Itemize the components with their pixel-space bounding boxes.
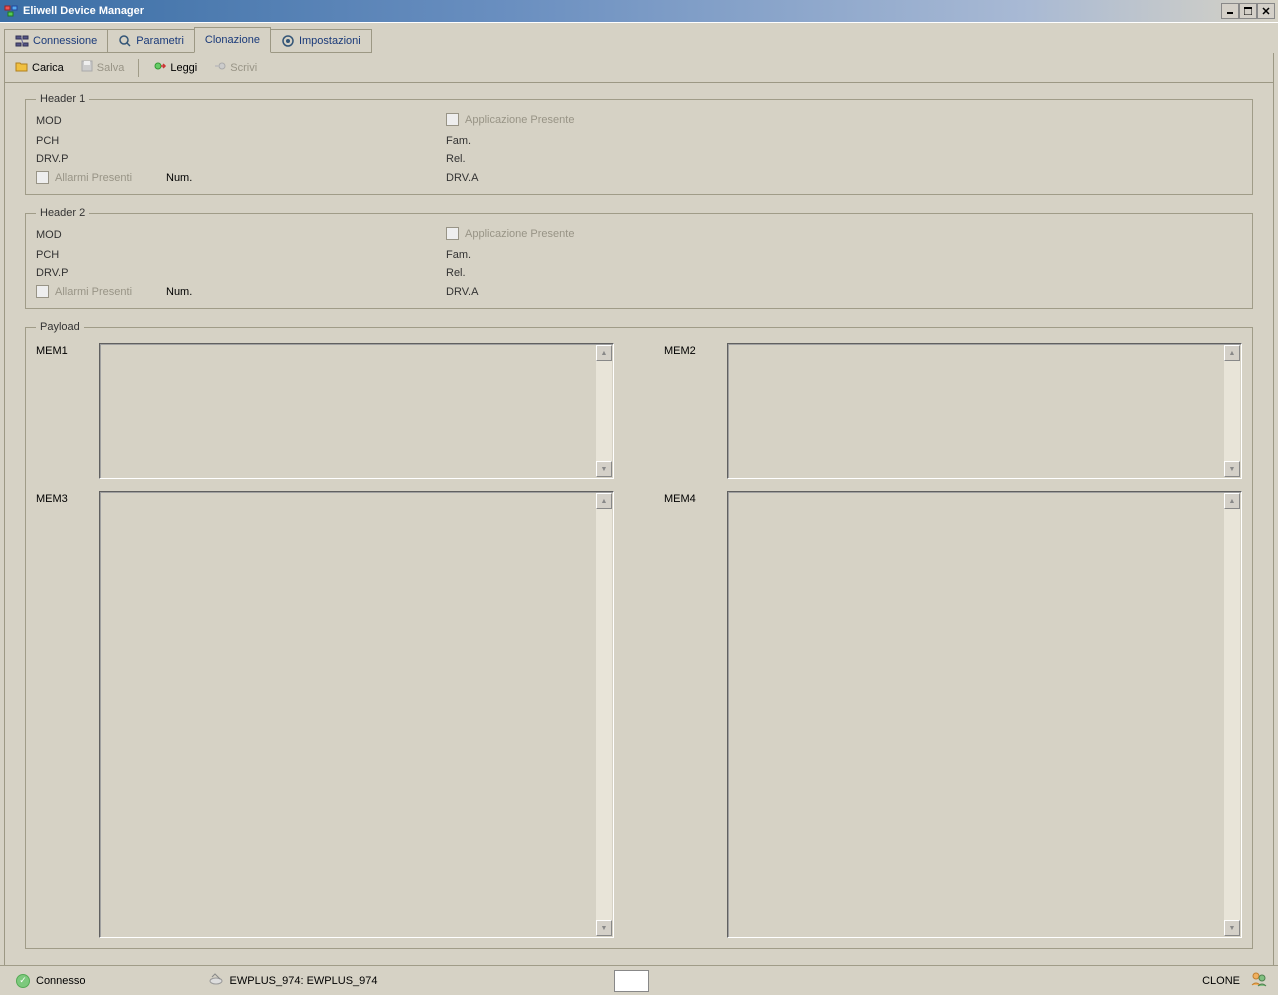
- status-device: EWPLUS_974: EWPLUS_974: [230, 975, 378, 987]
- mem1-textarea[interactable]: ▲ ▼: [99, 343, 614, 479]
- checkbox-icon: [36, 285, 49, 298]
- pch-label: PCH: [36, 135, 166, 147]
- mem2-label: MEM2: [664, 343, 719, 479]
- connected-icon: ✓: [16, 974, 30, 988]
- read-icon: [153, 59, 167, 76]
- leggi-button[interactable]: Leggi: [149, 57, 201, 78]
- app-presente-checkbox: Applicazione Presente: [446, 113, 574, 126]
- scroll-down-icon[interactable]: ▼: [1224, 920, 1240, 936]
- scrollbar[interactable]: ▲ ▼: [1224, 345, 1240, 477]
- drva-label: DRV.A: [446, 286, 478, 298]
- search-icon: [118, 34, 132, 48]
- scroll-up-icon[interactable]: ▲: [1224, 345, 1240, 361]
- header2-group: Header 2 MOD Applicazione Presente PCH F…: [25, 207, 1253, 309]
- minimize-button[interactable]: [1221, 3, 1239, 19]
- scrivi-button: Scrivi: [209, 57, 261, 78]
- status-bar: ✓ Connesso EWPLUS_974: EWPLUS_974 CLONE: [0, 965, 1278, 995]
- connection-icon: [15, 34, 29, 48]
- folder-open-icon: [15, 59, 29, 76]
- payload-legend: Payload: [36, 321, 84, 333]
- titlebar: Eliwell Device Manager: [0, 0, 1278, 22]
- header1-legend: Header 1: [36, 93, 89, 105]
- window-title: Eliwell Device Manager: [23, 5, 1221, 17]
- salva-button: Salva: [76, 57, 129, 78]
- scroll-up-icon[interactable]: ▲: [1224, 493, 1240, 509]
- mem3-cell: MEM3 ▲ ▼: [36, 491, 614, 938]
- payload-group: Payload MEM1 ▲ ▼ MEM2 ▲: [25, 321, 1253, 949]
- mem4-label: MEM4: [664, 491, 719, 938]
- pch-label: PCH: [36, 249, 166, 261]
- mem4-textarea[interactable]: ▲ ▼: [727, 491, 1242, 938]
- allarmi-checkbox: Allarmi Presenti: [36, 285, 166, 298]
- header2-legend: Header 2: [36, 207, 89, 219]
- close-button[interactable]: [1257, 3, 1275, 19]
- mod-label: MOD: [36, 229, 166, 241]
- maximize-button[interactable]: [1239, 3, 1257, 19]
- scroll-down-icon[interactable]: ▼: [596, 920, 612, 936]
- scroll-down-icon[interactable]: ▼: [1224, 461, 1240, 477]
- carica-button[interactable]: Carica: [11, 57, 68, 78]
- btn-label: Leggi: [170, 62, 197, 74]
- tab-label: Clonazione: [205, 34, 260, 46]
- users-icon: [1250, 971, 1268, 990]
- mem1-cell: MEM1 ▲ ▼: [36, 343, 614, 479]
- mem1-label: MEM1: [36, 343, 91, 479]
- mem4-cell: MEM4 ▲ ▼: [664, 491, 1242, 938]
- device-icon: [208, 972, 224, 989]
- scrollbar[interactable]: ▲ ▼: [596, 345, 612, 477]
- drvp-label: DRV.P: [36, 153, 166, 165]
- app-presente-checkbox: Applicazione Presente: [446, 227, 574, 240]
- window-controls: [1221, 3, 1275, 19]
- tab-connessione[interactable]: Connessione: [4, 29, 108, 53]
- mem3-label: MEM3: [36, 491, 91, 938]
- header1-group: Header 1 MOD Applicazione Presente PCH F…: [25, 93, 1253, 195]
- toolbar: Carica Salva Leggi Scrivi: [4, 53, 1274, 83]
- tab-clonazione[interactable]: Clonazione: [194, 27, 271, 53]
- gear-icon: [281, 34, 295, 48]
- scroll-up-icon[interactable]: ▲: [596, 345, 612, 361]
- num-label: Num.: [166, 172, 226, 184]
- tab-bar: Connessione Parametri Clonazione Imposta…: [4, 27, 1274, 53]
- drva-label: DRV.A: [446, 172, 478, 184]
- allarmi-checkbox: Allarmi Presenti: [36, 171, 166, 184]
- content-area: Header 1 MOD Applicazione Presente PCH F…: [4, 83, 1274, 967]
- rel-label: Rel.: [446, 153, 466, 165]
- status-connesso: Connesso: [36, 975, 86, 987]
- checkbox-icon: [36, 171, 49, 184]
- mem2-cell: MEM2 ▲ ▼: [664, 343, 1242, 479]
- mod-label: MOD: [36, 115, 166, 127]
- btn-label: Salva: [97, 62, 125, 74]
- tab-label: Parametri: [136, 35, 184, 47]
- scroll-down-icon[interactable]: ▼: [596, 461, 612, 477]
- save-icon: [80, 59, 94, 76]
- checkbox-icon: [446, 113, 459, 126]
- status-center-box: [614, 970, 649, 992]
- app-icon: [3, 3, 19, 19]
- status-clone: CLONE: [1202, 975, 1240, 987]
- btn-label: Scrivi: [230, 62, 257, 74]
- scroll-up-icon[interactable]: ▲: [596, 493, 612, 509]
- tab-label: Connessione: [33, 35, 97, 47]
- tab-parametri[interactable]: Parametri: [107, 29, 195, 53]
- btn-label: Carica: [32, 62, 64, 74]
- num-label: Num.: [166, 286, 226, 298]
- tab-label: Impostazioni: [299, 35, 361, 47]
- mem2-textarea[interactable]: ▲ ▼: [727, 343, 1242, 479]
- checkbox-icon: [446, 227, 459, 240]
- scrollbar[interactable]: ▲ ▼: [1224, 493, 1240, 936]
- write-icon: [213, 59, 227, 76]
- tab-impostazioni[interactable]: Impostazioni: [270, 29, 372, 53]
- rel-label: Rel.: [446, 267, 466, 279]
- fam-label: Fam.: [446, 135, 471, 147]
- separator: [138, 59, 139, 77]
- fam-label: Fam.: [446, 249, 471, 261]
- scrollbar[interactable]: ▲ ▼: [596, 493, 612, 936]
- drvp-label: DRV.P: [36, 267, 166, 279]
- mem3-textarea[interactable]: ▲ ▼: [99, 491, 614, 938]
